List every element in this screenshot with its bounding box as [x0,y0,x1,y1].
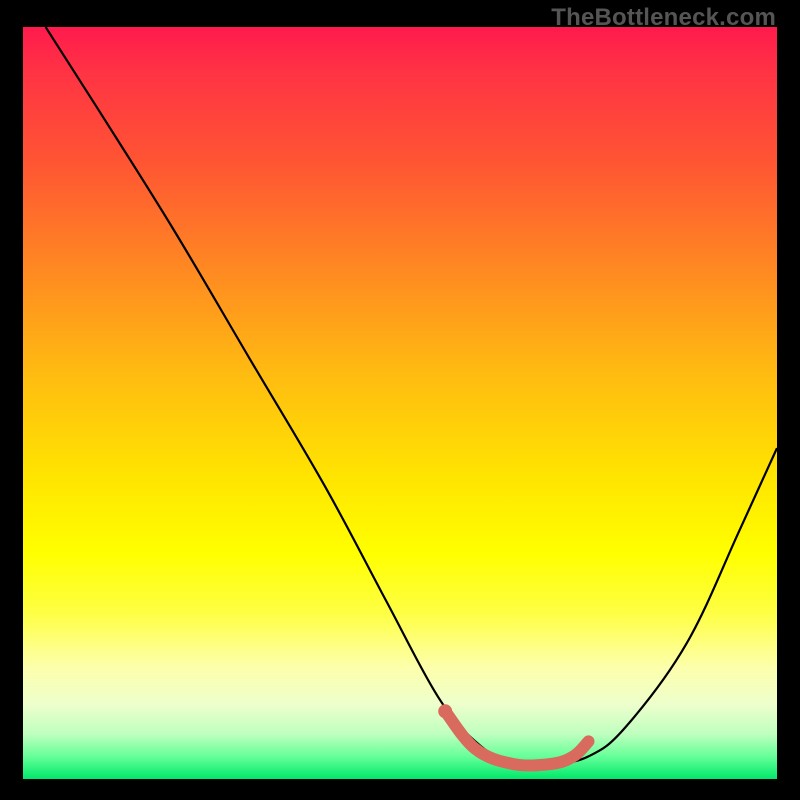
highlight-start-dot [438,704,452,718]
plot-area [23,27,777,779]
curve-svg [23,27,777,779]
bottleneck-curve [46,27,777,766]
chart-container: TheBottleneck.com [0,0,800,800]
optimal-zone-highlight [445,711,588,765]
